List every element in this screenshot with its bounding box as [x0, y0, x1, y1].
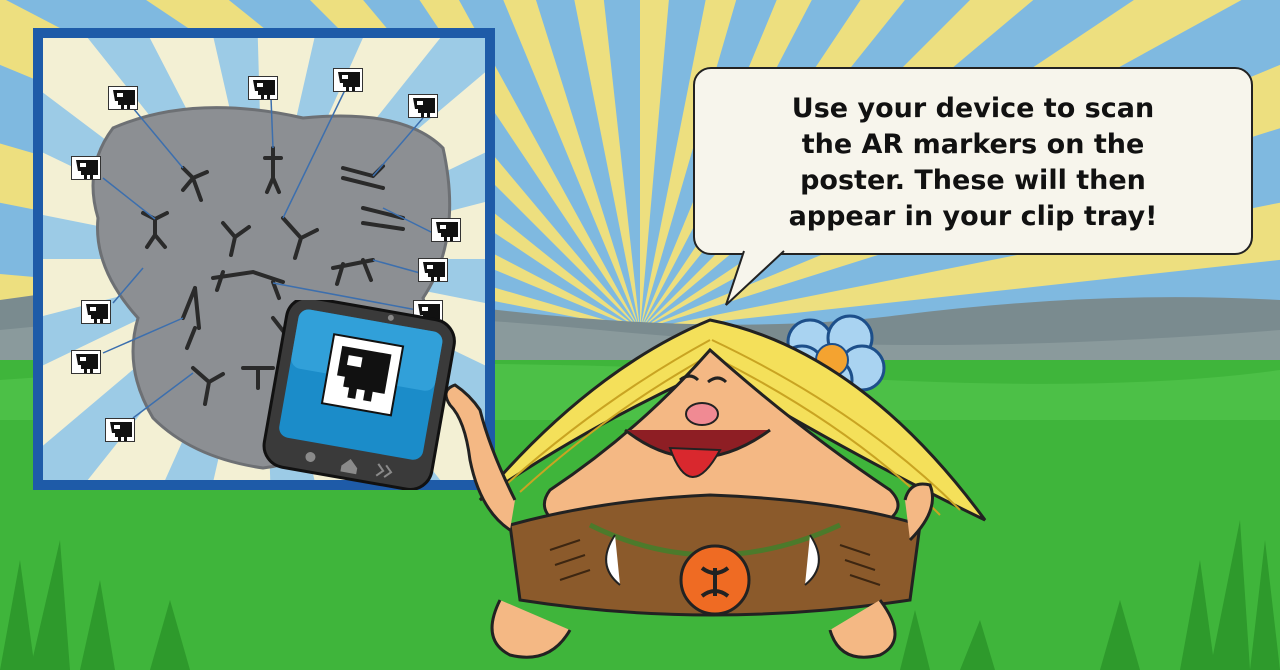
- ar-marker-icon: [431, 218, 461, 242]
- ar-marker-icon: [108, 86, 138, 110]
- ar-marker-icon: [71, 350, 101, 374]
- ar-marker-icon: [333, 68, 363, 92]
- ar-marker-icon: [71, 156, 101, 180]
- scene: Use your device to scan the AR markers o…: [0, 0, 1280, 670]
- arm-right: [903, 482, 934, 542]
- speech-line-1: Use your device to scan: [791, 93, 1155, 124]
- speech-bubble-tail: [725, 250, 785, 306]
- ar-marker-icon: [408, 94, 438, 118]
- speech-bubble-text: Use your device to scan the AR markers o…: [695, 91, 1251, 235]
- tablet-device: [262, 300, 456, 490]
- nose: [685, 402, 719, 426]
- ar-marker-icon: [105, 418, 135, 442]
- speech-bubble: Use your device to scan the AR markers o…: [693, 67, 1253, 255]
- ar-marker-icon: [418, 258, 448, 282]
- ar-marker-icon: [81, 300, 111, 324]
- ar-marker-icon: [248, 76, 278, 100]
- speech-line-4: appear in your clip tray!: [788, 201, 1158, 232]
- speech-line-2: the AR markers on the: [801, 129, 1145, 160]
- speech-line-3: poster. These will then: [800, 165, 1146, 196]
- caveman-character: [444, 314, 987, 659]
- foot-left: [490, 599, 572, 659]
